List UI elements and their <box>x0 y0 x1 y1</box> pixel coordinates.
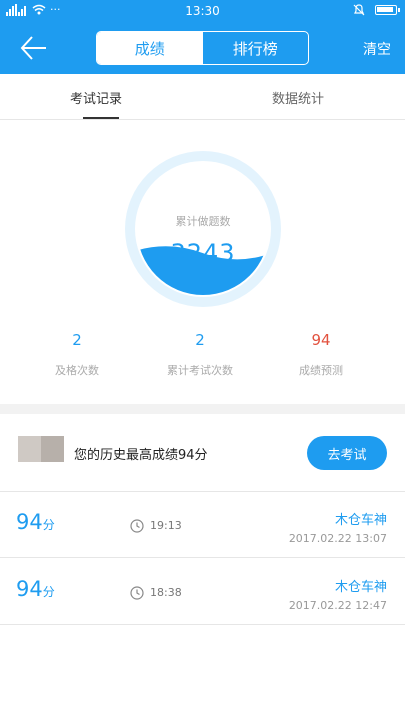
mute-icon <box>353 4 365 16</box>
stat-value: 2 <box>195 331 205 349</box>
record-date: 2017.02.22 12:47 <box>288 599 387 612</box>
tab-records[interactable]: 考试记录 <box>70 88 122 107</box>
status-time: 13:30 <box>185 4 220 18</box>
header: 成绩 排行榜 清空 <box>0 22 405 74</box>
list-item[interactable]: 94分 18:38 木仓车神 2017.02.22 12:47 <box>0 559 405 625</box>
stat-value: 94 <box>311 331 331 349</box>
clock-icon <box>130 586 144 600</box>
total-label: 累计做题数 <box>175 215 231 228</box>
segmented-control: 成绩 排行榜 <box>96 31 309 65</box>
avatar <box>18 436 64 462</box>
battery-icon <box>375 5 400 15</box>
best-score-row: 您的历史最高成绩94分 去考试 <box>0 414 405 492</box>
record-score: 94分 <box>16 577 55 601</box>
stat-pass-count: 2 及格次数 <box>27 331 127 378</box>
record-score: 94分 <box>16 510 55 534</box>
tab-stats[interactable]: 数据统计 <box>272 88 324 107</box>
stat-exam-count: 2 累计考试次数 <box>150 331 250 378</box>
go-exam-button[interactable]: 去考试 <box>307 436 387 470</box>
stat-label: 成绩预测 <box>299 364 343 377</box>
stat-value: 2 <box>72 331 82 349</box>
status-right-icons <box>353 4 400 16</box>
record-user: 木仓车神 <box>334 513 387 528</box>
record-duration: 19:13 <box>150 519 182 532</box>
record-user: 木仓车神 <box>334 580 387 595</box>
stats-panel: 累计做题数 3243 2 及格次数 2 累计考试次数 94 成绩预测 <box>0 121 405 404</box>
record-duration: 18:38 <box>150 586 182 599</box>
seg-scores-button[interactable]: 成绩 <box>97 32 203 64</box>
section-divider <box>0 404 405 414</box>
list-item[interactable]: 94分 19:13 木仓车神 2017.02.22 13:07 <box>0 492 405 558</box>
seg-rank-button[interactable]: 排行榜 <box>203 32 309 64</box>
arrow-left-icon[interactable] <box>18 34 50 62</box>
wave-circle-graphic <box>125 151 281 307</box>
clear-button[interactable]: 清空 <box>363 39 391 59</box>
best-score-text: 您的历史最高成绩94分 <box>74 448 208 463</box>
progress-circle: 累计做题数 3243 <box>121 147 285 311</box>
tab-indicator <box>83 117 119 119</box>
record-date: 2017.02.22 13:07 <box>288 532 387 545</box>
clock-icon <box>130 519 144 533</box>
stat-label: 及格次数 <box>55 364 99 377</box>
stat-label: 累计考试次数 <box>167 364 233 377</box>
status-bar: ··· 13:30 <box>0 0 405 22</box>
sub-tabs: 考试记录 数据统计 <box>0 74 405 120</box>
stat-score-prediction: 94 成绩预测 <box>271 331 371 378</box>
total-value: 3243 <box>170 239 236 267</box>
